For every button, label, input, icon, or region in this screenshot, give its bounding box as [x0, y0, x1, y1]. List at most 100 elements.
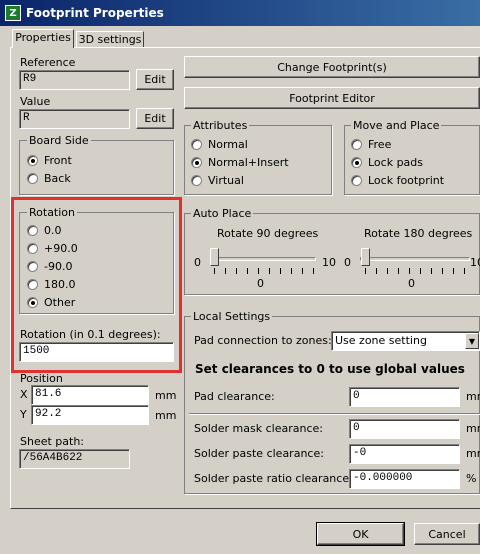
value-edit-button[interactable]: Edit [136, 108, 174, 129]
pad-connection-combo[interactable]: Use zone setting [331, 331, 480, 351]
radio-label: Normal+Insert [208, 156, 289, 169]
radio-label: -90.0 [44, 260, 73, 273]
local-settings-legend: Local Settings [191, 310, 273, 323]
rotation-custom-label: Rotation (in 0.1 degrees): [20, 328, 161, 341]
position-x-label: X [20, 388, 28, 401]
radio-dot [27, 155, 38, 166]
solder-mask-field[interactable]: 0 [349, 419, 460, 439]
rotation-custom-field[interactable]: 1500 [19, 342, 174, 362]
cancel-button[interactable]: Cancel [414, 523, 480, 545]
solder-mask-unit: mm [466, 422, 480, 435]
move-lock-footprint-radio[interactable]: Lock footprint [351, 174, 444, 187]
position-y-field[interactable]: 92.2 [31, 405, 149, 425]
radio-label: 0.0 [44, 224, 62, 237]
sheet-path-field[interactable]: /56A4B622 [19, 449, 130, 469]
ok-button[interactable]: OK [316, 522, 405, 546]
solder-paste-ratio-label: Solder paste ratio clearance: [194, 472, 353, 485]
auto-place-legend: Auto Place [191, 207, 254, 220]
attr-virtual-radio[interactable]: Virtual [191, 174, 244, 187]
rotate180-label: Rotate 180 degrees [364, 227, 473, 240]
radio-dot [27, 173, 38, 184]
radio-label: Virtual [208, 174, 244, 187]
attr-normal-radio[interactable]: Normal [191, 138, 248, 151]
rotate90-slider-thumb[interactable] [210, 248, 219, 266]
solder-paste-unit: mm [466, 447, 480, 460]
move-free-radio[interactable]: Free [351, 138, 391, 151]
sheet-path-label: Sheet path: [20, 435, 85, 448]
board-side-front-radio[interactable]: Front [27, 154, 72, 167]
radio-dot [27, 225, 38, 236]
rotate180-value: 0 [408, 277, 415, 290]
pad-connection-value: Use zone setting [335, 334, 427, 347]
rotate90-slider-track[interactable] [210, 257, 316, 261]
tab-label: 3D settings [78, 33, 142, 46]
tab-3d-settings[interactable]: 3D settings [76, 31, 144, 47]
rotation-plus90-radio[interactable]: +90.0 [27, 242, 78, 255]
move-lock-pads-radio[interactable]: Lock pads [351, 156, 423, 169]
radio-label: 180.0 [44, 278, 76, 291]
radio-dot [351, 157, 362, 168]
radio-dot [191, 175, 202, 186]
auto-place-group [184, 213, 480, 295]
radio-dot [27, 279, 38, 290]
radio-dot [27, 297, 38, 308]
tab-label: Properties [15, 31, 71, 44]
position-x-unit: mm [155, 389, 177, 402]
rotate90-value: 0 [257, 277, 264, 290]
footprint-editor-button[interactable]: Footprint Editor [184, 87, 480, 109]
radio-label: Back [44, 172, 71, 185]
window-title: Footprint Properties [26, 6, 164, 20]
radio-label: Free [368, 138, 392, 151]
rotation-legend: Rotation [27, 206, 78, 219]
rotation-180-radio[interactable]: 180.0 [27, 278, 76, 291]
reference-field[interactable]: R9 [19, 70, 130, 90]
rotate90-label: Rotate 90 degrees [217, 227, 319, 240]
radio-dot [191, 157, 202, 168]
reference-edit-button[interactable]: Edit [136, 69, 174, 90]
radio-label: Lock pads [368, 156, 424, 169]
radio-label: Other [44, 296, 76, 309]
solder-paste-label: Solder paste clearance: [194, 447, 324, 460]
rotation-minus90-radio[interactable]: -90.0 [27, 260, 72, 273]
board-side-back-radio[interactable]: Back [27, 172, 71, 185]
position-x-field[interactable]: 81.6 [31, 385, 149, 405]
solder-paste-field[interactable]: -0 [349, 444, 460, 464]
pad-clearance-unit: mm [466, 390, 480, 403]
rotation-other-radio[interactable]: Other [27, 296, 75, 309]
attributes-legend: Attributes [191, 119, 250, 132]
radio-label: +90.0 [44, 242, 78, 255]
radio-dot [351, 175, 362, 186]
solder-paste-ratio-field[interactable]: -0.000000 [349, 469, 460, 489]
clearance-note: Set clearances to 0 to use global values [195, 362, 465, 376]
rotate90-ticks [214, 268, 316, 274]
radio-label: Front [44, 154, 72, 167]
solder-paste-ratio-unit: % [466, 472, 477, 485]
rotate180-slider-thumb[interactable] [361, 248, 370, 266]
radio-dot [351, 139, 362, 150]
pad-clearance-label: Pad clearance: [194, 390, 275, 403]
radio-label: Lock footprint [368, 174, 445, 187]
value-field[interactable]: R [19, 109, 130, 129]
title-bar[interactable]: Z Footprint Properties [0, 0, 480, 26]
rotation-0-radio[interactable]: 0.0 [27, 224, 62, 237]
position-y-unit: mm [155, 409, 177, 422]
move-place-legend: Move and Place [351, 119, 442, 132]
value-label: Value [20, 95, 51, 108]
attr-normal-insert-radio[interactable]: Normal+Insert [191, 156, 289, 169]
change-footprint-button[interactable]: Change Footprint(s) [184, 56, 480, 78]
board-side-legend: Board Side [27, 134, 91, 147]
solder-mask-label: Solder mask clearance: [194, 422, 323, 435]
pad-connection-label: Pad connection to zones: [194, 334, 332, 347]
chevron-down-icon[interactable]: ▼ [465, 333, 479, 349]
pad-clearance-field[interactable]: 0 [349, 387, 460, 407]
radio-label: Normal [208, 138, 248, 151]
position-y-label: Y [20, 408, 27, 421]
rotate180-min: 0 [344, 256, 351, 269]
rotate180-slider-track[interactable] [360, 257, 470, 261]
position-legend: Position [20, 372, 63, 385]
radio-dot [27, 243, 38, 254]
tab-properties[interactable]: Properties [12, 29, 74, 48]
radio-dot [191, 139, 202, 150]
radio-dot [27, 261, 38, 272]
board-side-group [19, 140, 174, 195]
